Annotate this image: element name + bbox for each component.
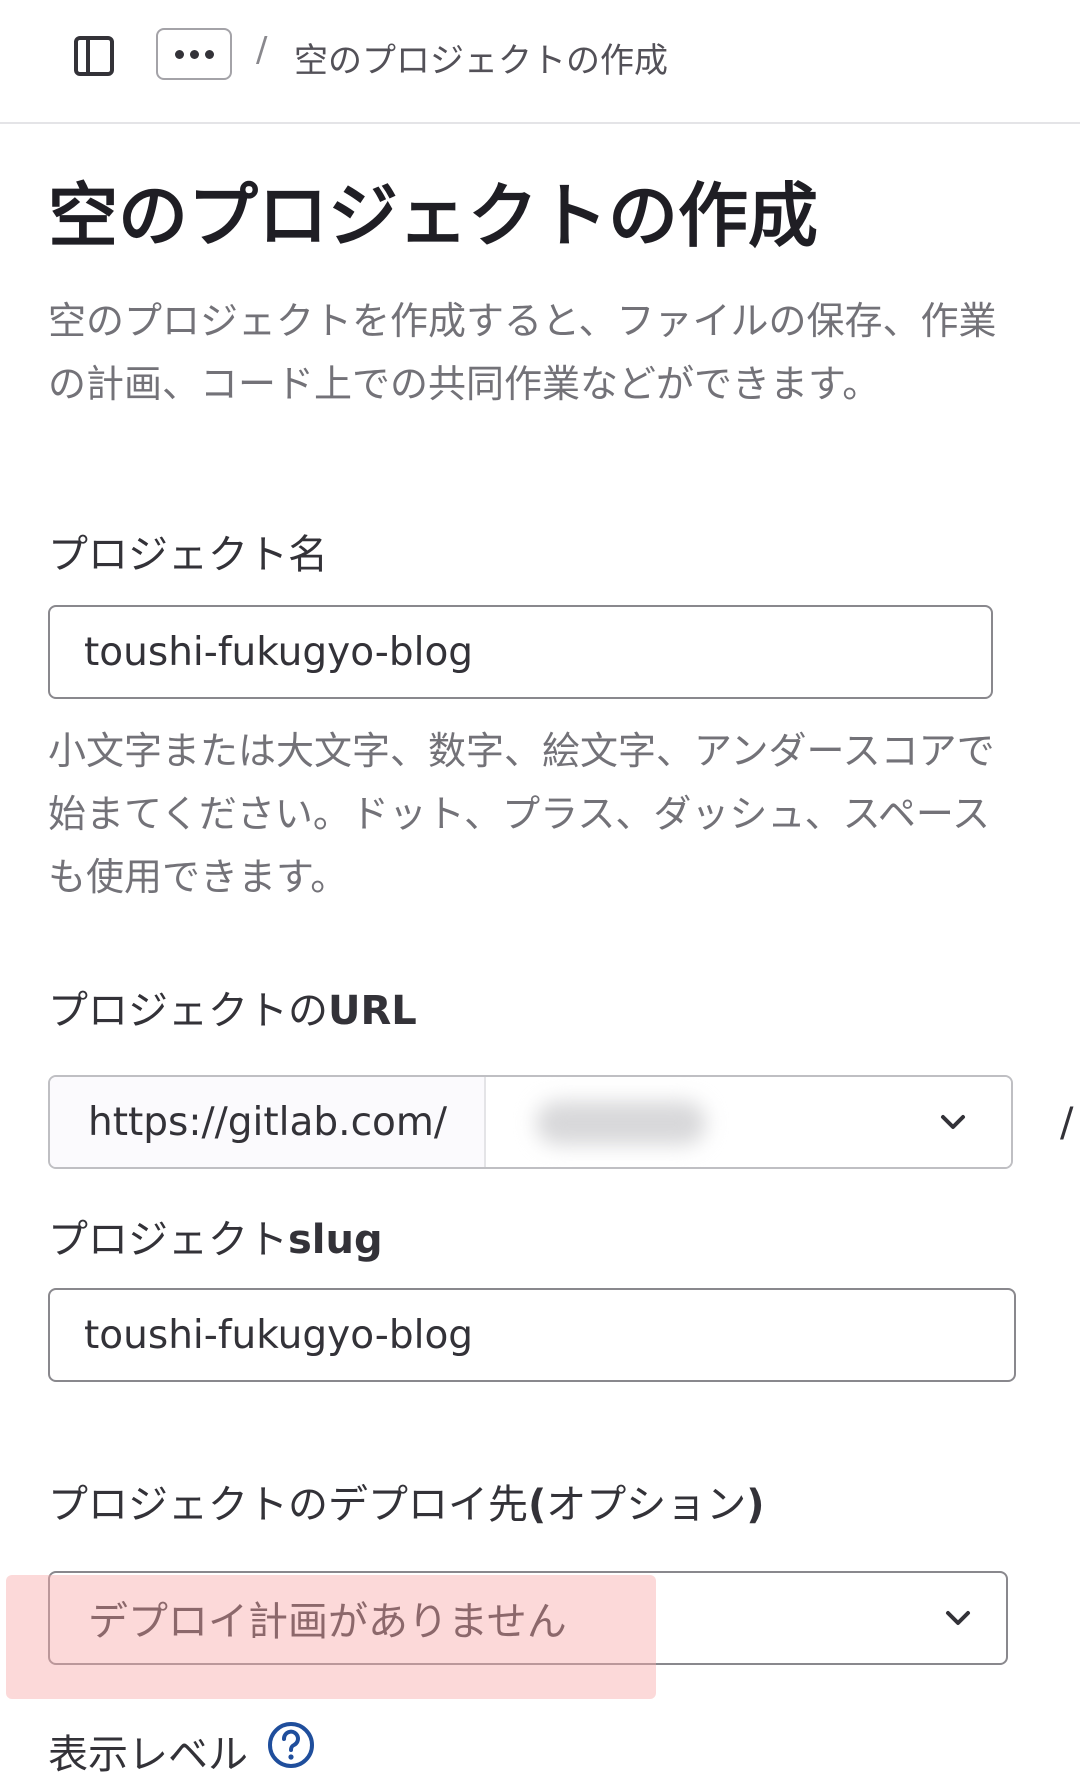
project-url-group: https://gitlab.com/ [48,1075,1013,1169]
deployment-label-close: ) [746,1482,765,1528]
breadcrumb-current[interactable]: 空のプロジェクトの作成 [294,33,668,82]
namespace-select[interactable] [486,1077,1011,1167]
project-slug-label-bold: slug [288,1217,383,1263]
breadcrumb-separator: / [256,30,268,70]
project-url-label-text: プロジェクトの [48,988,328,1034]
chevron-down-icon [946,1611,970,1625]
deployment-label-option: オプション [546,1482,747,1528]
project-slug-label-text: プロジェクト [48,1217,288,1263]
project-slug-input[interactable] [48,1288,1016,1382]
url-prefix: https://gitlab.com/ [50,1077,486,1167]
visibility-level-label: 表示レベル [48,1732,248,1778]
deployment-selected-value: デプロイ計画がありません [88,1599,567,1645]
deployment-target-label: プロジェクトのデプロイ先(オプション) [48,1472,765,1530]
url-path-separator: / [1060,1100,1074,1146]
page-description: 空のプロジェクトを作成すると、ファイルの保存、作業の計画、コード上での共同作業な… [48,299,997,406]
page-title: 空のプロジェクトの作成 [48,175,818,257]
deployment-target-select[interactable]: デプロイ計画がありません [48,1571,1008,1665]
top-bar: / 空のプロジェクトの作成 [0,0,1080,124]
redacted-namespace [536,1101,706,1145]
deployment-label-text: プロジェクトのデプロイ先 [48,1482,528,1528]
project-url-label: プロジェクトのURL [48,978,417,1036]
project-name-input[interactable] [48,605,993,699]
sidebar-toggle-icon[interactable] [70,32,118,80]
project-name-label: プロジェクト名 [48,532,328,578]
ellipsis-icon [174,49,184,59]
project-name-help: 小文字または大文字、数字、絵文字、アンダースコアで始まてください。ドット、プラス… [48,729,995,899]
more-breadcrumbs-button[interactable] [156,28,232,80]
project-url-label-bold: URL [328,988,417,1034]
chevron-down-icon [941,1115,965,1129]
ellipsis-dot [204,49,214,59]
ellipsis-dot [189,49,199,59]
deployment-label-open: ( [528,1482,547,1528]
project-slug-label: プロジェクトslug [48,1207,383,1265]
question-circle-icon[interactable] [266,1720,316,1770]
